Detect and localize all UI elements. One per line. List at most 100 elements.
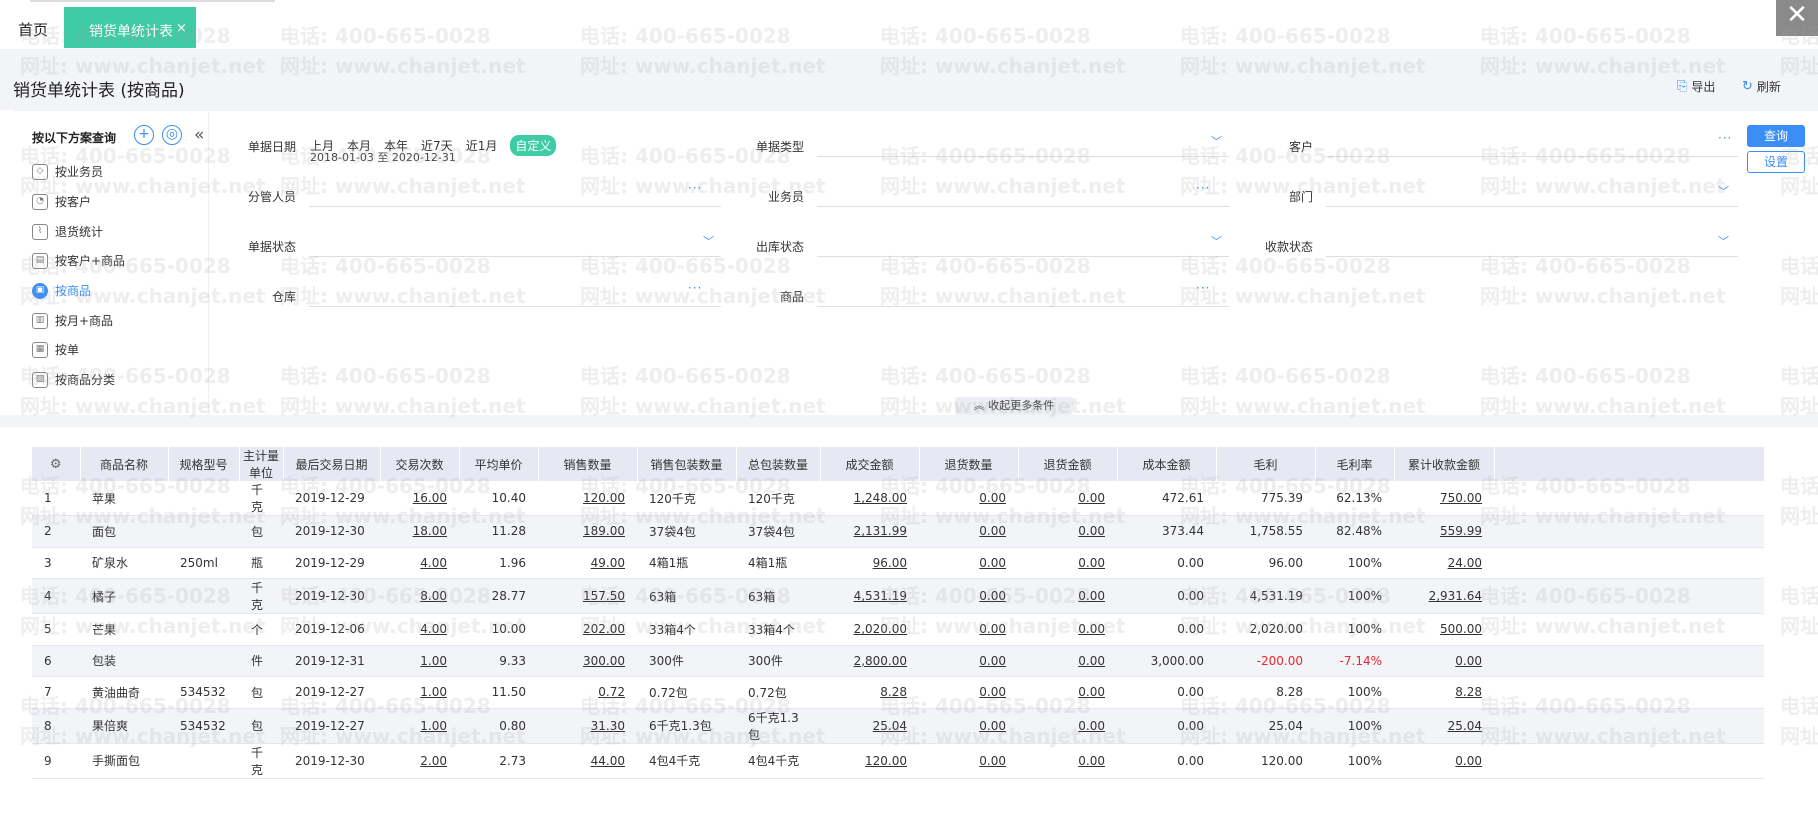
product-field[interactable] xyxy=(817,306,1229,307)
out-status-select[interactable] xyxy=(817,256,1229,257)
cell-link[interactable]: 189.00 xyxy=(583,524,625,538)
cell-link[interactable]: 4.00 xyxy=(420,556,447,570)
column-header[interactable]: 总包装数量 xyxy=(736,447,821,481)
cell-link[interactable]: 0.00 xyxy=(1078,524,1105,538)
cell-link[interactable]: 1.00 xyxy=(420,719,447,733)
cell-link[interactable]: 8.28 xyxy=(1455,685,1482,699)
cell-link[interactable]: 0.00 xyxy=(1078,754,1105,768)
date-last-1-month[interactable]: 近1月 xyxy=(466,137,498,154)
salesman-field[interactable] xyxy=(817,206,1229,207)
cell-link[interactable]: 0.00 xyxy=(979,719,1006,733)
cell-link[interactable]: 0.00 xyxy=(1455,654,1482,668)
column-header[interactable]: 成本金额 xyxy=(1117,447,1217,481)
tab-sales-stats[interactable]: 销货单统计表 × xyxy=(64,7,196,48)
cell-link[interactable]: 49.00 xyxy=(591,556,625,570)
cell-link[interactable]: 0.00 xyxy=(979,524,1006,538)
nav-item-salesman[interactable]: ◇ 按业务员 xyxy=(32,163,103,180)
chevron-down-icon[interactable]: ﹀ xyxy=(703,233,714,249)
close-window-icon[interactable]: ✕ xyxy=(1776,0,1818,36)
table-row[interactable]: 5 芒果 个 2019-12-06 4.00 10.00 202.00 33箱4个 33箱4个 2… xyxy=(32,613,1764,646)
target-scheme-icon[interactable]: ◎ xyxy=(162,125,182,145)
doc-status-select[interactable] xyxy=(309,256,721,257)
cell-link[interactable]: 44.00 xyxy=(591,754,625,768)
cell-link[interactable]: 2,131.99 xyxy=(854,524,907,538)
column-header[interactable]: 毛利率 xyxy=(1315,447,1395,481)
column-header[interactable]: 商品名称 xyxy=(80,447,169,481)
column-header[interactable]: 最后交易日期 xyxy=(283,447,381,481)
customer-field[interactable] xyxy=(1326,156,1738,157)
add-scheme-icon[interactable]: + xyxy=(134,125,154,145)
cell-link[interactable]: 202.00 xyxy=(583,622,625,636)
cell-link[interactable]: 25.04 xyxy=(1448,719,1482,733)
cell-link[interactable]: 4.00 xyxy=(420,622,447,636)
more-dots-icon[interactable]: ··· xyxy=(688,181,702,195)
nav-item-month-product[interactable]: ▥ 按月+商品 xyxy=(32,312,113,329)
cell-link[interactable]: 0.00 xyxy=(979,556,1006,570)
cell-link[interactable]: 8.28 xyxy=(880,685,907,699)
cell-link[interactable]: 2,020.00 xyxy=(854,622,907,636)
cell-link[interactable]: 2.00 xyxy=(420,754,447,768)
cell-link[interactable]: 120.00 xyxy=(865,754,907,768)
cell-link[interactable]: 0.00 xyxy=(1078,622,1105,636)
more-dots-icon[interactable]: ··· xyxy=(1718,131,1732,145)
column-header[interactable]: 规格型号 xyxy=(168,447,240,481)
close-tab-icon[interactable]: × xyxy=(176,21,187,36)
cell-link[interactable]: 0.00 xyxy=(979,685,1006,699)
cell-link[interactable]: 31.30 xyxy=(591,719,625,733)
chevron-down-icon[interactable]: ﹀ xyxy=(1718,183,1729,199)
column-header[interactable]: 主计量单位 xyxy=(239,447,284,481)
column-header[interactable]: 销售数量 xyxy=(538,447,638,481)
collapse-nav-icon[interactable]: « xyxy=(194,125,204,145)
chevron-down-icon[interactable]: ﹀ xyxy=(1211,133,1222,149)
nav-item-customer-product[interactable]: ▤ 按客户+商品 xyxy=(32,252,125,269)
cell-link[interactable]: 4,531.19 xyxy=(854,589,907,603)
cell-link[interactable]: 0.00 xyxy=(1078,589,1105,603)
cell-link[interactable]: 2,800.00 xyxy=(854,654,907,668)
column-header[interactable]: 交易次数 xyxy=(380,447,460,481)
table-row[interactable]: 9 手撕面包 千克 2019-12-30 2.00 2.73 44.00 4包4千克 4包4千克… xyxy=(32,743,1764,779)
chevron-down-icon[interactable]: ﹀ xyxy=(1718,233,1729,249)
column-settings-cell[interactable]: ⚙ xyxy=(32,447,81,481)
date-custom-badge[interactable]: 自定义 xyxy=(510,135,557,156)
column-header[interactable]: 毛利 xyxy=(1216,447,1316,481)
cell-link[interactable]: 0.00 xyxy=(1078,685,1105,699)
cell-link[interactable]: 1.00 xyxy=(420,654,447,668)
cell-link[interactable]: 16.00 xyxy=(413,491,447,505)
more-dots-icon[interactable]: ··· xyxy=(688,281,702,295)
table-row[interactable]: 4 橘子 千克 2019-12-30 8.00 28.77 157.50 63箱 63箱 4,53… xyxy=(32,578,1764,614)
cell-link[interactable]: 500.00 xyxy=(1440,622,1482,636)
pay-status-select[interactable] xyxy=(1326,256,1738,257)
nav-item-order[interactable]: ▦ 按单 xyxy=(32,341,79,358)
cell-link[interactable]: 1.00 xyxy=(420,685,447,699)
cell-link[interactable]: 0.00 xyxy=(979,654,1006,668)
column-header[interactable]: 销售包装数量 xyxy=(637,447,737,481)
more-dots-icon[interactable]: ··· xyxy=(1196,181,1210,195)
cell-link[interactable]: 0.00 xyxy=(1078,556,1105,570)
nav-item-product[interactable]: ▣ 按商品 xyxy=(32,282,91,299)
cell-link[interactable]: 0.00 xyxy=(979,589,1006,603)
column-header[interactable]: 平均单价 xyxy=(459,447,539,481)
nav-item-returns[interactable]: ⌇ 退货统计 xyxy=(32,223,103,240)
cell-link[interactable]: 0.00 xyxy=(1455,754,1482,768)
table-row[interactable]: 7 黄油曲奇 534532 包 2019-12-27 1.00 11.50 0.72 0.72包… xyxy=(32,676,1764,709)
cell-link[interactable]: 18.00 xyxy=(413,524,447,538)
nav-item-category[interactable]: ▧ 按商品分类 xyxy=(32,371,115,388)
table-row[interactable]: 8 果倍爽 534532 包 2019-12-27 1.00 0.80 31.30 6千克1.3… xyxy=(32,708,1764,744)
cell-link[interactable]: 0.00 xyxy=(979,491,1006,505)
tab-home[interactable]: 首页 xyxy=(18,19,48,40)
cell-link[interactable]: 25.04 xyxy=(873,719,907,733)
cell-link[interactable]: 0.00 xyxy=(979,754,1006,768)
cell-link[interactable]: 0.00 xyxy=(1078,491,1105,505)
table-row[interactable]: 3 矿泉水 250ml 瓶 2019-12-29 4.00 1.96 49.00 4箱1瓶 4箱1… xyxy=(32,547,1764,579)
cell-link[interactable]: 0.00 xyxy=(979,622,1006,636)
cell-link[interactable]: 300.00 xyxy=(583,654,625,668)
column-header[interactable]: 累计收款金额 xyxy=(1394,447,1495,481)
chevron-down-icon[interactable]: ﹀ xyxy=(1211,233,1222,249)
setting-button[interactable]: 设置 xyxy=(1747,151,1805,173)
cell-link[interactable]: 157.50 xyxy=(583,589,625,603)
export-button[interactable]: ⎘ 导出 xyxy=(1677,78,1715,95)
cell-link[interactable]: 750.00 xyxy=(1440,491,1482,505)
query-button[interactable]: 查询 xyxy=(1747,125,1805,147)
collapse-more-conditions-button[interactable]: ︽ 收起更多条件 xyxy=(955,397,1073,415)
cell-link[interactable]: 96.00 xyxy=(873,556,907,570)
